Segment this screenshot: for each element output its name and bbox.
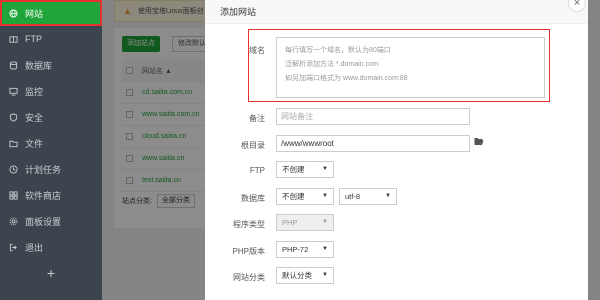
globe-icon [9, 8, 18, 18]
domain-label: 域名 [249, 46, 265, 55]
sidebar-item-label: 网站 [25, 8, 44, 19]
monitor-icon [9, 87, 18, 96]
sidebar-item-ftp[interactable]: FTP [0, 26, 102, 52]
sidebar-item-store[interactable]: 软件商店 [0, 182, 102, 208]
ftp-select[interactable]: 不创建 ▼ [276, 161, 334, 178]
sidebar-item-label: FTP [25, 34, 42, 44]
sidebar-item-label: 面板设置 [25, 216, 62, 227]
program-type-select: PHP ▼ [276, 214, 334, 231]
domain-placeholder-line: 如另加端口格式为 www.domain.com:88 [285, 75, 408, 82]
logout-icon [9, 243, 18, 252]
program-type-value: PHP [282, 218, 298, 227]
folder-icon [9, 139, 18, 148]
remark-label: 备注 [249, 114, 265, 123]
sidebar-item-label: 退出 [25, 242, 44, 253]
root-dir-label: 根目录 [241, 141, 265, 150]
charset-select-value: utf-8 [345, 192, 361, 201]
php-version-select[interactable]: PHP-72 ▼ [276, 241, 334, 258]
php-version-value: PHP-72 [282, 245, 309, 254]
domain-textarea[interactable]: 每行填写一个域名，默认为80端口 泛解析添加方法 *.domain.com 如另… [276, 37, 545, 98]
ftp-icon [9, 35, 18, 44]
folder-open-icon[interactable] [474, 137, 484, 148]
chevron-down-icon: ▼ [385, 193, 391, 199]
charset-select[interactable]: utf-8 ▼ [339, 188, 397, 205]
sidebar-item-label: 安全 [25, 112, 44, 123]
sidebar-item-label: 计划任务 [25, 164, 62, 175]
chevron-down-icon: ▼ [322, 246, 328, 252]
sidebar-add-button[interactable]: + [0, 260, 102, 286]
sidebar-item-website[interactable]: 网站 [0, 0, 102, 26]
modal-title: 添加网站 [205, 0, 588, 24]
sidebar-item-settings[interactable]: 面板设置 [0, 208, 102, 234]
chevron-down-icon: ▼ [322, 272, 328, 278]
sidebar-item-label: 数据库 [25, 60, 53, 71]
chevron-down-icon: ▼ [322, 193, 328, 199]
sidebar-item-cron[interactable]: 计划任务 [0, 156, 102, 182]
database-select-value: 不创建 [282, 192, 305, 201]
ftp-label: FTP [249, 166, 265, 175]
database-label: 数据库 [241, 194, 265, 203]
chevron-down-icon: ▼ [322, 219, 328, 225]
domain-placeholder-line: 每行填写一个域名，默认为80端口 [285, 47, 391, 54]
root-dir-input[interactable]: /www/wwwroot [276, 135, 470, 152]
site-category-select[interactable]: 默认分类 ▼ [276, 267, 334, 284]
site-category-label: 网站分类 [233, 273, 265, 282]
sidebar-item-files[interactable]: 文件 [0, 130, 102, 156]
database-icon [9, 60, 18, 70]
sidebar-item-logout[interactable]: 退出 [0, 234, 102, 260]
php-version-label: PHP版本 [232, 247, 265, 256]
sidebar-item-monitor[interactable]: 监控 [0, 78, 102, 104]
database-select[interactable]: 不创建 ▼ [276, 188, 334, 205]
ftp-select-value: 不创建 [282, 165, 305, 174]
site-category-value: 默认分类 [282, 271, 312, 280]
program-type-label: 程序类型 [233, 220, 265, 229]
chevron-down-icon: ▼ [322, 166, 328, 172]
domain-placeholder-line: 泛解析添加方法 *.domain.com [285, 61, 379, 68]
remark-input[interactable]: 网站备注 [276, 108, 470, 125]
sidebar-item-database[interactable]: 数据库 [0, 52, 102, 78]
sidebar-item-label: 监控 [25, 86, 44, 97]
sidebar-item-security[interactable]: 安全 [0, 104, 102, 130]
sidebar-item-label: 软件商店 [25, 190, 62, 201]
shield-icon [9, 112, 18, 122]
sidebar: 网站 FTP 数据库 监控 安全 文件 计划任务 软件商店 面板设置 退出 + [0, 0, 102, 300]
sidebar-item-label: 文件 [25, 138, 44, 149]
gear-icon [9, 217, 18, 226]
store-icon [9, 190, 18, 200]
clock-icon [9, 164, 18, 174]
